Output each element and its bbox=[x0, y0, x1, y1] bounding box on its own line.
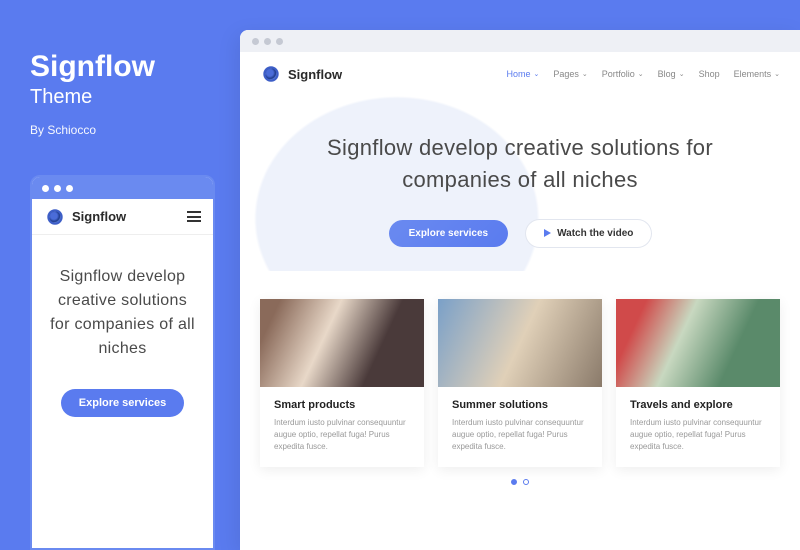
nav-label: Blog bbox=[658, 69, 676, 79]
mobile-headline: Signflow develop creative solutions for … bbox=[46, 265, 199, 361]
window-dot bbox=[264, 38, 271, 45]
carousel-dots bbox=[240, 479, 800, 485]
chevron-down-icon: ⌄ bbox=[582, 70, 588, 78]
logo[interactable]: Signflow bbox=[260, 63, 342, 85]
card-travels-explore[interactable]: Travels and explore Interdum iusto pulvi… bbox=[616, 299, 780, 467]
window-dot bbox=[276, 38, 283, 45]
card-body: Summer solutions Interdum iusto pulvinar… bbox=[438, 387, 602, 467]
nav-blog[interactable]: Blog⌄ bbox=[658, 69, 685, 79]
promo-title: Signflow bbox=[30, 50, 210, 84]
logo-icon bbox=[263, 66, 278, 81]
chevron-down-icon: ⌄ bbox=[774, 70, 780, 78]
card-title: Travels and explore bbox=[630, 399, 766, 411]
card-image bbox=[260, 299, 424, 387]
mobile-window-bar bbox=[32, 177, 213, 199]
nav-elements[interactable]: Elements⌄ bbox=[734, 69, 780, 79]
logo[interactable]: Signflow bbox=[44, 206, 126, 228]
card-title: Smart products bbox=[274, 399, 410, 411]
main-nav: Home⌄ Pages⌄ Portfolio⌄ Blog⌄ Shop Eleme… bbox=[506, 69, 780, 79]
desktop-header: Signflow Home⌄ Pages⌄ Portfolio⌄ Blog⌄ S… bbox=[240, 52, 800, 96]
nav-label: Shop bbox=[699, 69, 720, 79]
mobile-hero: Signflow develop creative solutions for … bbox=[32, 235, 213, 535]
explore-button[interactable]: Explore services bbox=[389, 220, 509, 247]
card-row: Smart products Interdum iusto pulvinar c… bbox=[240, 271, 800, 467]
mobile-preview: Signflow Signflow develop creative solut… bbox=[30, 175, 215, 550]
card-image bbox=[616, 299, 780, 387]
card-desc: Interdum iusto pulvinar consequuntur aug… bbox=[274, 417, 410, 453]
nav-label: Portfolio bbox=[602, 69, 635, 79]
promo-author: By Schiocco bbox=[30, 123, 210, 137]
nav-shop[interactable]: Shop bbox=[699, 69, 720, 79]
card-image bbox=[438, 299, 602, 387]
card-desc: Interdum iusto pulvinar consequuntur aug… bbox=[630, 417, 766, 453]
card-title: Summer solutions bbox=[452, 399, 588, 411]
dot-2[interactable] bbox=[523, 479, 529, 485]
dot-1[interactable] bbox=[511, 479, 517, 485]
card-summer-solutions[interactable]: Summer solutions Interdum iusto pulvinar… bbox=[438, 299, 602, 467]
mobile-header: Signflow bbox=[32, 199, 213, 235]
card-desc: Interdum iusto pulvinar consequuntur aug… bbox=[452, 417, 588, 453]
desktop-preview: Signflow Home⌄ Pages⌄ Portfolio⌄ Blog⌄ S… bbox=[240, 30, 800, 550]
nav-label: Elements bbox=[734, 69, 772, 79]
hero-headline: Signflow develop creative solutions for … bbox=[280, 132, 760, 196]
nav-portfolio[interactable]: Portfolio⌄ bbox=[602, 69, 644, 79]
window-dot bbox=[42, 185, 49, 192]
desktop-window-bar bbox=[240, 30, 800, 52]
explore-button[interactable]: Explore services bbox=[61, 389, 184, 417]
card-body: Smart products Interdum iusto pulvinar c… bbox=[260, 387, 424, 467]
promo-subtitle: Theme bbox=[30, 86, 210, 109]
logo-icon bbox=[47, 209, 62, 224]
card-body: Travels and explore Interdum iusto pulvi… bbox=[616, 387, 780, 467]
window-dot bbox=[66, 185, 73, 192]
video-label: Watch the video bbox=[557, 228, 633, 239]
logo-text: Signflow bbox=[288, 67, 342, 82]
nav-label: Home bbox=[506, 69, 530, 79]
watch-video-button[interactable]: Watch the video bbox=[526, 220, 651, 247]
window-dot bbox=[252, 38, 259, 45]
window-dot bbox=[54, 185, 61, 192]
nav-home[interactable]: Home⌄ bbox=[506, 69, 539, 79]
logo-text: Signflow bbox=[72, 209, 126, 224]
chevron-down-icon: ⌄ bbox=[533, 70, 539, 78]
card-smart-products[interactable]: Smart products Interdum iusto pulvinar c… bbox=[260, 299, 424, 467]
chevron-down-icon: ⌄ bbox=[679, 70, 685, 78]
play-icon bbox=[544, 229, 551, 237]
nav-pages[interactable]: Pages⌄ bbox=[553, 69, 587, 79]
hero: Signflow develop creative solutions for … bbox=[240, 96, 800, 271]
hero-ctas: Explore services Watch the video bbox=[280, 220, 760, 247]
hamburger-icon[interactable] bbox=[187, 211, 201, 222]
nav-label: Pages bbox=[553, 69, 579, 79]
chevron-down-icon: ⌄ bbox=[638, 70, 644, 78]
